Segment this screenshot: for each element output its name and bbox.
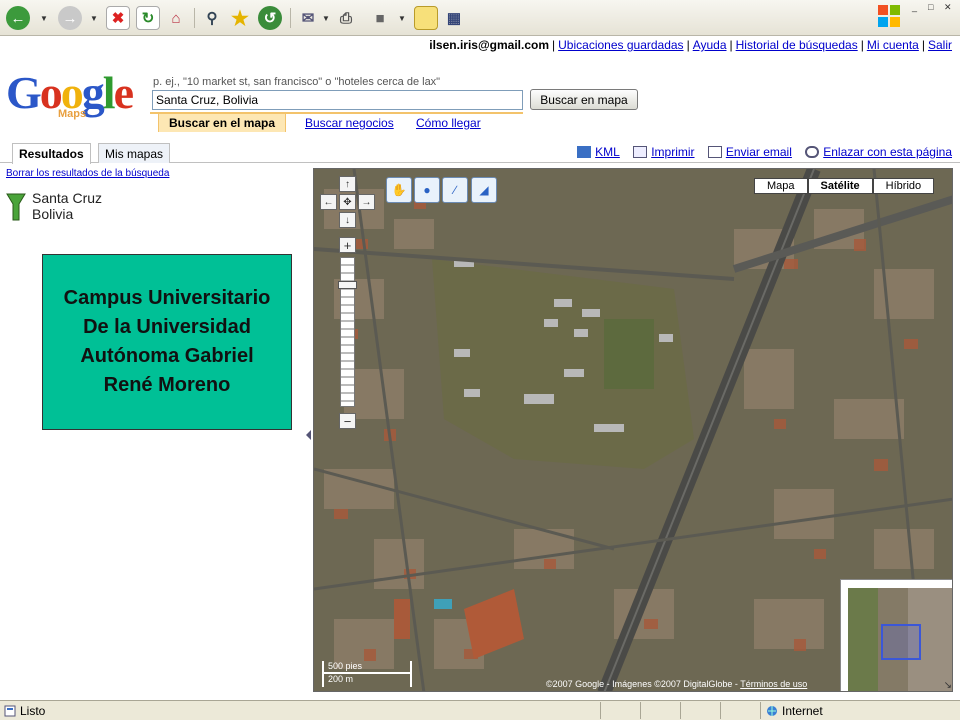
overview-viewport[interactable] [881, 624, 921, 660]
overview-toggle-icon[interactable]: ↘ [944, 680, 952, 691]
messenger-icon[interactable] [414, 6, 438, 30]
print-icon[interactable]: ⎙ [334, 6, 358, 30]
browser-toolbar: ← ▼ → ▼ ✖ ↻ ⌂ ⚲ ★ ↺ ✉ ▼ ⎙ ■ ▼ ▦ _ □ ✕ [0, 0, 960, 36]
mail-dropdown-icon[interactable]: ▼ [322, 14, 330, 23]
map-type-hybrid[interactable]: Híbrido [872, 178, 935, 194]
placemark-tool-icon[interactable]: ● [414, 177, 440, 203]
envelope-icon [707, 146, 722, 158]
forward-dropdown-icon[interactable]: ▼ [90, 14, 98, 23]
saved-locations-link[interactable]: Ubicaciones guardadas [558, 38, 683, 52]
stop-icon[interactable]: ✖ [106, 6, 130, 30]
link-to-page[interactable]: Enlazar con esta página [805, 145, 952, 159]
scale-feet: 500 pies [322, 661, 412, 674]
security-zone: Internet [782, 704, 823, 718]
green-arrow-marker-icon[interactable] [6, 190, 26, 222]
tab-search-map[interactable]: Buscar en el mapa [158, 114, 287, 132]
callout-line-1: Campus Universitario [63, 287, 271, 309]
callout-line-3: Autónoma Gabriel [80, 345, 254, 367]
home-icon[interactable]: ⌂ [164, 6, 188, 30]
result-place[interactable]: Santa Cruz Bolivia [32, 190, 102, 222]
place-country: Bolivia [32, 206, 74, 222]
clear-results-link[interactable]: Borrar los resultados de la búsqueda [6, 168, 169, 179]
search-map-button[interactable]: Buscar en mapa [530, 89, 638, 110]
pan-right-icon[interactable]: → [358, 194, 375, 210]
line-tool-icon[interactable]: ∕ [442, 177, 468, 203]
tab-directions[interactable]: Cómo llegar [416, 116, 481, 130]
zoom-slider[interactable] [340, 257, 355, 407]
search-history-link[interactable]: Historial de búsquedas [736, 38, 858, 52]
windows-logo-icon [878, 5, 900, 27]
satellite-map[interactable]: ↑ ← ✥ → ↓ + − ✋ ● ∕ ◢ Mapa Satélite Híbr… [313, 168, 953, 692]
maximize-icon[interactable]: □ [928, 2, 933, 12]
callout-line-4: René Moreno [103, 374, 231, 396]
favorites-icon[interactable]: ★ [228, 6, 252, 30]
map-scale: 500 pies 200 m [322, 661, 412, 687]
shape-tool-icon[interactable]: ◢ [471, 177, 497, 203]
maps-label: Maps [58, 108, 87, 120]
email-link[interactable]: Enviar email [707, 145, 792, 159]
pan-up-icon[interactable]: ↑ [339, 176, 356, 192]
page-icon [4, 705, 16, 717]
pan-center-icon[interactable]: ✥ [339, 194, 356, 210]
zoom-out-icon[interactable]: − [339, 413, 356, 429]
edit-icon[interactable]: ■ [368, 6, 392, 30]
search-tabs: Buscar en el mapa Buscar negocios Cómo l… [150, 112, 523, 132]
user-bar: ilsen.iris@gmail.com | Ubicaciones guardad… [429, 38, 952, 52]
search-icon[interactable]: ⚲ [200, 6, 224, 30]
research-icon[interactable]: ▦ [442, 6, 466, 30]
user-email: ilsen.iris@gmail.com [429, 38, 550, 52]
refresh-icon[interactable]: ↻ [136, 6, 160, 30]
kml-icon [577, 146, 592, 158]
map-copyright: ©2007 Google - Imágenes ©2007 DigitalGlo… [546, 679, 808, 689]
my-account-link[interactable]: Mi cuenta [867, 38, 919, 52]
tab-my-maps[interactable]: Mis mapas [98, 143, 171, 163]
tab-search-businesses[interactable]: Buscar negocios [305, 116, 394, 130]
zoom-in-icon[interactable]: + [339, 237, 356, 253]
help-link[interactable]: Ayuda [693, 38, 727, 52]
history-icon[interactable]: ↺ [258, 6, 282, 30]
internet-zone-icon [767, 706, 777, 716]
edit-dropdown-icon[interactable]: ▼ [398, 14, 406, 23]
zoom-slider-handle[interactable] [338, 281, 357, 289]
tab-results[interactable]: Resultados [12, 143, 91, 164]
campus-callout: Campus Universitario De la Universidad A… [42, 254, 292, 430]
kml-link[interactable]: KML [577, 145, 620, 159]
search-input[interactable] [152, 90, 523, 110]
google-maps-logo[interactable]: Google Maps [6, 70, 146, 124]
pan-left-icon[interactable]: ← [320, 194, 337, 210]
map-actions: KML Imprimir Enviar email Enlazar con es… [567, 145, 952, 159]
place-city: Santa Cruz [32, 190, 103, 206]
close-icon[interactable]: ✕ [944, 2, 952, 13]
overview-imagery [848, 588, 952, 691]
printer-icon [633, 146, 648, 158]
map-type-satellite[interactable]: Satélite [807, 178, 873, 194]
pan-down-icon[interactable]: ↓ [339, 212, 356, 228]
minimize-icon[interactable]: _ [912, 2, 917, 12]
status-text: Listo [20, 704, 46, 718]
map-type-map[interactable]: Mapa [754, 178, 808, 194]
link-icon [805, 146, 820, 158]
hand-tool-icon[interactable]: ✋ [386, 177, 412, 203]
terms-link[interactable]: Términos de uso [740, 679, 807, 689]
back-dropdown-icon[interactable]: ▼ [40, 14, 48, 23]
scale-meters: 200 m [322, 674, 412, 687]
back-icon[interactable]: ← [6, 6, 30, 30]
search-hint: p. ej., "10 market st, san francisco" o … [153, 76, 441, 88]
collapse-panel-icon[interactable] [306, 430, 311, 440]
forward-icon[interactable]: → [58, 6, 82, 30]
callout-line-2: De la Universidad [83, 316, 251, 338]
status-bar: Listo Internet [0, 700, 960, 720]
print-link[interactable]: Imprimir [633, 145, 695, 159]
overview-map[interactable]: ↘ [840, 579, 952, 691]
sign-out-link[interactable]: Salir [928, 38, 952, 52]
map-type-selector: Mapa Satélite Híbrido [754, 178, 935, 194]
mail-icon[interactable]: ✉ [296, 6, 320, 30]
